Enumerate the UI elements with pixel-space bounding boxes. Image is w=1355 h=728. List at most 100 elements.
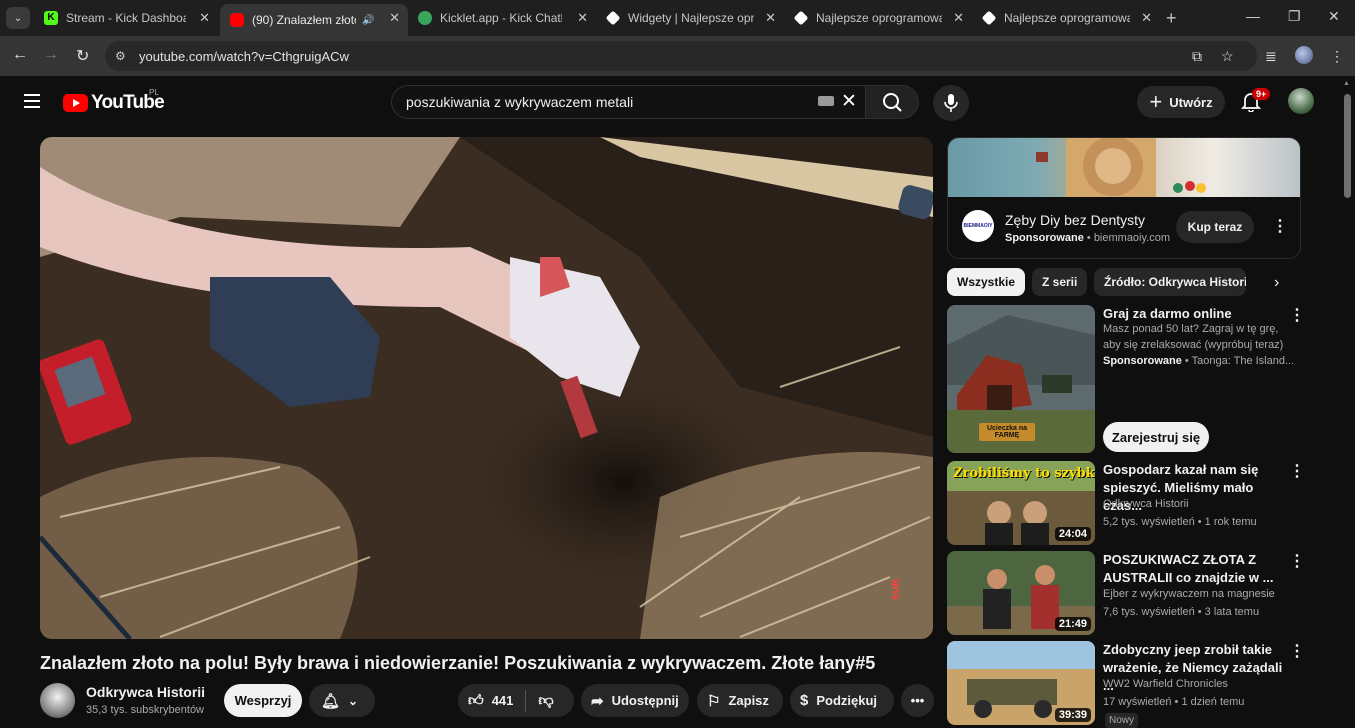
close-tab-icon[interactable]: ✕ [1141,10,1152,26]
back-arrow-icon[interactable]: ← [12,46,28,64]
thanks-button[interactable]: $ Podziękuj [790,684,894,717]
ad-thumbnail-caption: Ucieczka na FARMĘ [979,423,1035,441]
tab-kicklet[interactable]: Kicklet.app - Kick Chatbot ✕ [408,4,596,32]
restore-icon[interactable]: ❐ [1288,8,1301,25]
scroll-up-arrow-icon[interactable]: ▲ [1343,80,1350,87]
tab-kick-dashboard[interactable]: K Stream - Kick Dashboard ✕ [34,4,218,32]
support-label: Wesprzyj [234,693,292,708]
page-scrollbar[interactable]: ▲ [1340,76,1355,720]
close-window-icon[interactable]: ✕ [1328,8,1340,25]
rec-video-item[interactable]: 39:39 Zdobyczny jeep zrobił takie wrażen… [947,641,1305,728]
rec-channel[interactable]: WW2 Warfield Chronicles [1103,678,1293,690]
bookmark-star-icon[interactable]: ☆ [1221,48,1234,65]
ad-banner-image[interactable] [948,138,1300,197]
rec-channel[interactable]: Odkrywca Historii [1103,498,1293,510]
register-button[interactable]: Zarejestruj się [1103,422,1209,452]
site-info-icon[interactable]: ⚙ [115,49,131,63]
rec-video-item[interactable]: Zrobiliśmy to szybko 24:04 Gospodarz kaz… [947,461,1305,545]
tab-najlepsze-1[interactable]: Najlepsze oprogramowani ✕ [784,4,972,32]
chip-from-source[interactable]: Źródło: Odkrywca Historii [1094,268,1246,296]
sponsored-label: Sponsorowane [1103,355,1182,367]
channel-name[interactable]: Odkrywca Historii [86,684,205,700]
search-icon [883,93,902,112]
plus-icon: + [1149,89,1163,114]
subscribe-watermark[interactable]: SUB [891,579,902,600]
minimize-icon[interactable]: — [1246,8,1260,24]
channel-avatar[interactable] [40,683,75,718]
tab-youtube-active[interactable]: (90) Znalazłem złoto n 🔊 ✕ [220,4,408,36]
browser-profile-avatar[interactable] [1295,46,1313,64]
rec-channel[interactable]: Ejber z wykrywaczem na magnesie [1103,588,1293,600]
notification-subscription-button[interactable]: 🔔︎ ⌄ [309,684,375,717]
dislike-thumb-down-icon[interactable]: 👎︎ [538,692,553,710]
close-tab-icon[interactable]: ✕ [389,10,400,26]
rec-title[interactable]: Graj za darmo online [1103,305,1283,323]
advertiser-logo[interactable]: BIEMMAOIY [962,210,994,242]
like-thumb-up-icon[interactable]: 👍︎ [468,692,484,710]
scrollbar-thumb[interactable] [1344,94,1351,198]
address-bar[interactable]: ⚙ youtube.com/watch?v=CthgruigACw [105,41,1257,71]
tab-widgety[interactable]: Widgety | Najlepsze oprog ✕ [596,4,784,32]
account-avatar[interactable] [1288,88,1314,114]
media-controls-icon[interactable]: ≣ [1265,48,1277,65]
video-player[interactable]: SUB [40,137,933,639]
rec-title[interactable]: POSZUKIWACZ ZŁOTA Z AUSTRALII co znajdzi… [1103,551,1283,587]
subscriber-count: 35,3 tys. subskrybentów [86,704,205,716]
search-query-text[interactable]: poszukiwania z wykrywaczem metali [406,94,633,110]
support-button[interactable]: Wesprzyj [224,684,302,717]
close-tab-icon[interactable]: ✕ [953,10,964,26]
new-badge: Nowy [1105,713,1139,728]
video-thumbnail[interactable]: 21:49 [947,551,1095,635]
chrome-menu-icon[interactable]: ⋮ [1330,48,1344,65]
video-frame [40,137,933,639]
reload-icon[interactable]: ↻ [76,46,89,66]
ad-banner-illustration [1036,138,1206,197]
share-button[interactable]: ➦ Udostępnij [581,684,689,717]
tab-title: Stream - Kick Dashboard [66,11,186,25]
create-button[interactable]: + Utwórz [1137,86,1225,118]
keyboard-icon[interactable] [818,96,834,106]
sponsored-ad-card[interactable]: BIEMMAOIY Zęby Diy bez Dentysty Sponsoro… [947,137,1301,259]
buy-now-button[interactable]: Kup teraz [1176,211,1254,243]
more-actions-button[interactable]: ••• [901,684,934,717]
chip-all[interactable]: Wszystkie [947,268,1026,296]
more-vertical-icon[interactable]: ⋮ [1289,551,1305,571]
more-vertical-icon[interactable]: ⋮ [1289,641,1305,661]
video-thumbnail[interactable]: Zrobiliśmy to szybko 24:04 [947,461,1095,545]
youtube-logo[interactable]: YouTube PL [63,88,165,114]
rec-meta: 7,6 tys. wyświetleń • 3 lata temu [1103,606,1260,618]
share-arrow-icon: ➦ [591,692,604,710]
tab-najlepsze-2[interactable]: Najlepsze oprogramowani ✕ [972,4,1160,32]
voice-search-button[interactable] [933,85,969,121]
url-text[interactable]: youtube.com/watch?v=CthgruigACw [139,49,349,64]
forward-arrow-icon[interactable]: → [43,46,59,64]
close-tab-icon[interactable]: ✕ [577,10,588,26]
save-button[interactable]: ⚐ Zapisz [697,684,783,717]
new-tab-button[interactable]: + [1166,8,1177,29]
rec-video-item[interactable]: 21:49 POSZUKIWACZ ZŁOTA Z AUSTRALII co z… [947,551,1305,635]
ad-meta: Sponsorowane • biemmaoiy.com [1005,232,1171,244]
tab-search-button[interactable]: ⌄ [6,7,30,29]
sponsored-game-ad[interactable]: Ucieczka na FARMĘ Graj za darmo online M… [947,305,1305,455]
search-button[interactable] [865,85,919,119]
ad-title[interactable]: Zęby Diy bez Dentysty [1005,212,1145,228]
search-input[interactable]: poszukiwania z wykrywaczem metali ✕ [391,85,865,119]
like-count[interactable]: 441 [492,693,514,708]
more-vertical-icon[interactable]: ⋮ [1272,216,1288,236]
clear-search-icon[interactable]: ✕ [841,90,857,113]
more-vertical-icon[interactable]: ⋮ [1289,305,1305,325]
ad-domain: biemmaoiy.com [1093,232,1171,244]
tab-title: Widgety | Najlepsze oprog [628,11,754,25]
like-dislike-group: 👍︎ 441 👎︎ [458,684,574,717]
video-thumbnail[interactable]: 39:39 [947,641,1095,725]
close-tab-icon[interactable]: ✕ [199,10,210,26]
chevron-right-icon[interactable]: › [1274,274,1279,292]
audio-playing-icon[interactable]: 🔊 [362,15,374,26]
chevron-down-icon: ⌄ [348,693,359,708]
install-app-icon[interactable]: ⧉ [1192,48,1202,65]
close-tab-icon[interactable]: ✕ [765,10,776,26]
chip-from-series[interactable]: Z serii [1032,268,1088,296]
menu-hamburger-icon[interactable] [24,94,40,108]
ad-thumbnail[interactable]: Ucieczka na FARMĘ [947,305,1095,453]
more-vertical-icon[interactable]: ⋮ [1289,461,1305,481]
